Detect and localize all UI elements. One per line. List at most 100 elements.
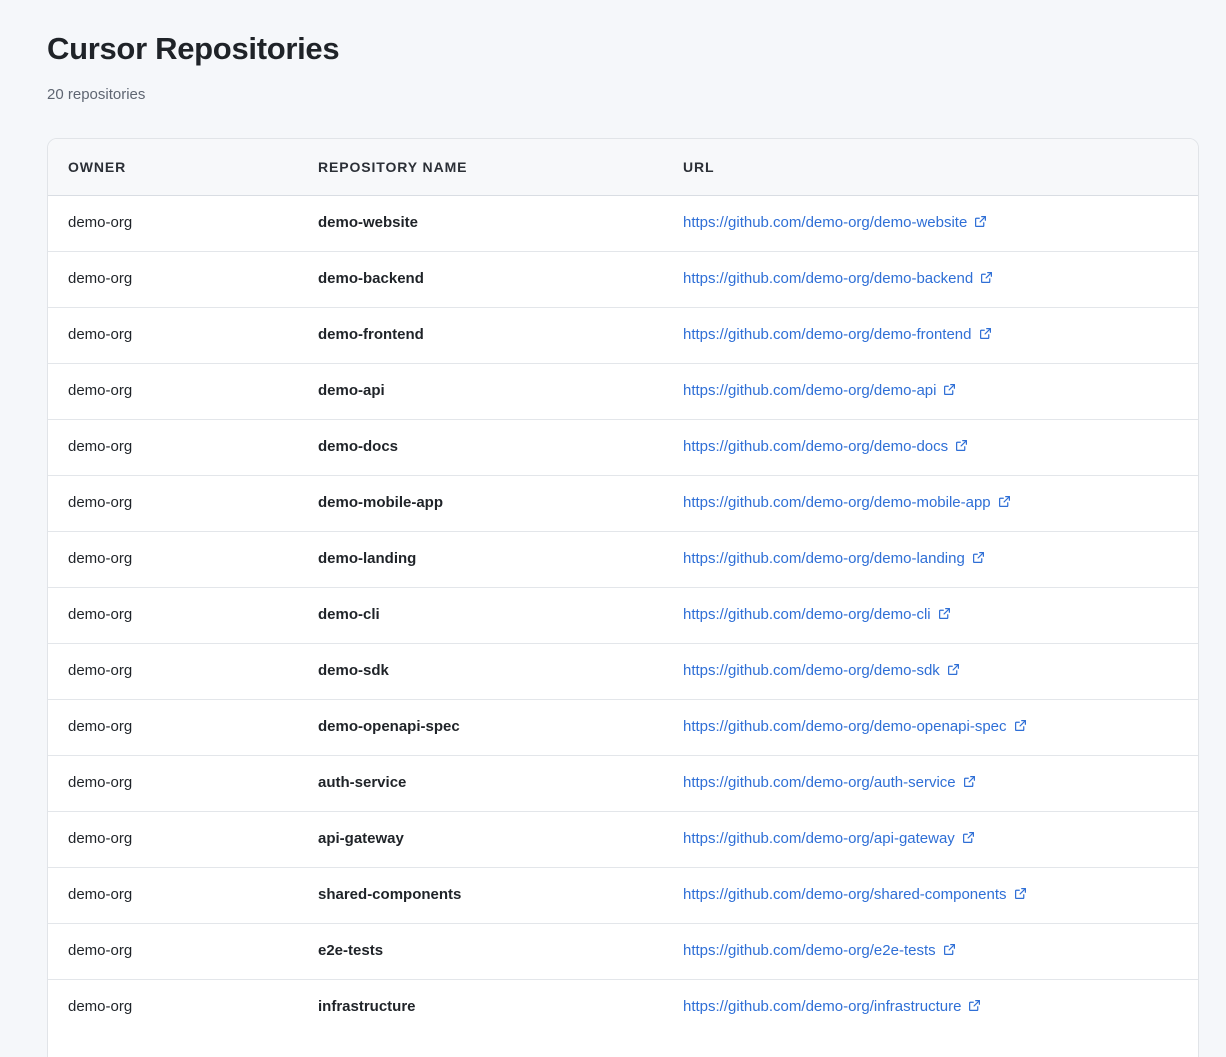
repository-name-cell: demo-api — [298, 362, 663, 419]
table-body: demo-org demo-website https://github.com… — [48, 195, 1198, 1035]
table-row: demo-org api-gateway https://github.com/… — [48, 810, 1198, 867]
repository-url-link[interactable]: https://github.com/demo-org/demo-fronten… — [683, 326, 992, 343]
page-title: Cursor Repositories — [47, 31, 340, 66]
external-link-icon — [938, 608, 950, 619]
repository-name-cell: demo-website — [318, 214, 419, 231]
column-header-repository-name: REPOSITORY NAME — [298, 139, 663, 196]
repository-url-link[interactable]: https://github.com/demo-org/auth-service — [683, 774, 976, 791]
repository-url-link[interactable]: https://github.com/demo-org/api-gateway — [683, 830, 975, 847]
owner-cell: demo-org — [48, 418, 298, 475]
owner-cell: demo-org — [48, 922, 298, 979]
repository-name-cell: api-gateway — [298, 810, 663, 867]
owner-cell: demo-org — [48, 474, 298, 531]
url-cell: https://github.com/demo-org/demo-docs — [663, 418, 1198, 475]
table-header-row: OWNER REPOSITORY NAME URL — [48, 139, 1198, 196]
repositories-table: OWNER REPOSITORY NAME URL demo-org demo-… — [48, 139, 1198, 1035]
repository-url-text: https://github.com/demo-org/infrastructu… — [683, 998, 962, 1016]
owner-cell: demo-org — [48, 362, 298, 419]
table-row: demo-org demo-openapi-spec https://githu… — [48, 698, 1198, 755]
table-row: demo-org demo-cli https://github.com/dem… — [48, 586, 1198, 643]
repository-url-text: https://github.com/demo-org/demo-landing — [683, 550, 965, 567]
repository-name-cell: e2e-tests — [298, 922, 663, 979]
repository-url-link[interactable]: https://github.com/demo-org/demo-docs — [683, 438, 968, 455]
table-row: demo-org demo-sdk https://github.com/dem… — [48, 642, 1198, 699]
url-cell: https://github.com/demo-org/infrastructu… — [663, 978, 1198, 1035]
url-cell: https://github.com/demo-org/shared-compo… — [663, 866, 1198, 923]
repository-url-link[interactable]: https://github.com/demo-org/demo-openapi… — [683, 718, 1027, 735]
repository-url-text: https://github.com/demo-org/demo-cli — [683, 606, 931, 623]
external-link-icon — [943, 944, 955, 955]
url-cell: https://github.com/demo-org/demo-landing — [663, 530, 1198, 587]
repository-url-text: https://github.com/demo-org/api-gateway — [683, 830, 955, 847]
repository-url-text: https://github.com/demo-org/demo-mobile-… — [683, 494, 991, 511]
url-cell: https://github.com/demo-org/demo-mobile-… — [663, 474, 1198, 531]
external-link-icon — [972, 552, 984, 563]
repository-url-link[interactable]: https://github.com/demo-org/demo-api — [683, 382, 956, 399]
url-cell: https://github.com/demo-org/api-gateway — [663, 810, 1198, 867]
repository-url-text: https://github.com/demo-org/shared-compo… — [683, 886, 1007, 903]
column-header-url: URL — [663, 139, 1198, 196]
repository-name-cell: demo-mobile-app — [298, 474, 663, 531]
repository-url-link[interactable]: https://github.com/demo-org/e2e-tests — [683, 942, 956, 959]
url-cell: https://github.com/demo-org/demo-website — [663, 195, 1198, 251]
repository-name-cell: demo-openapi-spec — [298, 698, 663, 755]
owner-cell: demo-org — [48, 978, 298, 1035]
table-row: demo-org demo-website https://github.com… — [48, 195, 1198, 251]
repository-url-text: https://github.com/demo-org/demo-openapi… — [683, 718, 1007, 735]
owner-cell: demo-org — [48, 250, 298, 307]
table-row: demo-org demo-frontend https://github.co… — [48, 306, 1198, 363]
repository-name-cell: demo-landing — [298, 530, 663, 587]
url-cell: https://github.com/demo-org/demo-backend — [663, 250, 1198, 307]
owner-cell: demo-org — [48, 586, 298, 643]
repository-url-text: https://github.com/demo-org/auth-service — [683, 774, 956, 791]
url-cell: https://github.com/demo-org/demo-fronten… — [663, 306, 1198, 363]
repository-url-link[interactable]: https://github.com/demo-org/demo-website — [683, 214, 987, 231]
repository-url-link[interactable]: https://github.com/demo-org/demo-backend — [683, 270, 993, 287]
table-row: demo-org demo-api https://github.com/dem… — [48, 362, 1198, 419]
repository-url-text: https://github.com/demo-org/demo-api — [683, 382, 937, 399]
table-row: demo-org demo-mobile-app https://github.… — [48, 474, 1198, 531]
repositories-table-card: OWNER REPOSITORY NAME URL demo-org demo-… — [47, 138, 1199, 1057]
table-row: demo-org infrastructure https://github.c… — [48, 978, 1198, 1035]
external-link-icon — [979, 328, 991, 339]
table-row: demo-org demo-backend https://github.com… — [48, 250, 1198, 307]
url-cell: https://github.com/demo-org/auth-service — [663, 754, 1198, 811]
owner-cell: demo-org — [68, 214, 133, 231]
repository-url-link[interactable]: https://github.com/demo-org/infrastructu… — [683, 998, 981, 1015]
owner-cell: demo-org — [48, 698, 298, 755]
table-row: demo-org demo-landing https://github.com… — [48, 530, 1198, 587]
table-row: demo-org shared-components https://githu… — [48, 866, 1198, 923]
repository-url-link[interactable]: https://github.com/demo-org/demo-landing — [683, 550, 985, 567]
external-link-icon — [944, 384, 956, 395]
repository-url-link[interactable]: https://github.com/demo-org/demo-mobile-… — [683, 494, 1011, 511]
external-link-icon — [969, 1000, 981, 1012]
url-cell: https://github.com/demo-org/e2e-tests — [663, 922, 1198, 979]
repository-url-text: https://github.com/demo-org/demo-docs — [683, 438, 949, 455]
owner-cell: demo-org — [48, 866, 298, 923]
repository-url-text: https://github.com/demo-org/demo-backend — [683, 270, 974, 287]
external-link-icon — [1014, 888, 1026, 899]
owner-cell: demo-org — [48, 530, 298, 587]
repository-url-link[interactable]: https://github.com/demo-org/shared-compo… — [683, 886, 1027, 903]
url-cell: https://github.com/demo-org/demo-openapi… — [663, 698, 1198, 755]
table-row: demo-org auth-service https://github.com… — [48, 754, 1198, 811]
repository-url-text: https://github.com/demo-org/demo-website — [683, 214, 968, 231]
url-cell: https://github.com/demo-org/demo-api — [663, 362, 1198, 419]
external-link-icon — [947, 664, 959, 675]
repository-url-text: https://github.com/demo-org/demo-sdk — [683, 662, 940, 679]
repository-name-cell: demo-frontend — [298, 306, 663, 363]
repository-url-link[interactable]: https://github.com/demo-org/demo-cli — [683, 606, 951, 623]
repository-count: 20 repositories — [47, 86, 146, 103]
repository-name-cell: demo-sdk — [298, 642, 663, 699]
owner-cell: demo-org — [48, 810, 298, 867]
repository-name-cell: shared-components — [298, 866, 663, 923]
repository-name-cell: demo-backend — [298, 250, 663, 307]
table-row: demo-org e2e-tests https://github.com/de… — [48, 922, 1198, 979]
external-link-icon — [963, 776, 975, 787]
external-link-icon — [975, 216, 987, 227]
external-link-icon — [981, 272, 993, 283]
repository-name-cell: demo-docs — [298, 418, 663, 475]
repository-url-text: https://github.com/demo-org/e2e-tests — [683, 942, 936, 959]
repository-url-link[interactable]: https://github.com/demo-org/demo-sdk — [683, 662, 960, 679]
owner-cell: demo-org — [48, 642, 298, 699]
